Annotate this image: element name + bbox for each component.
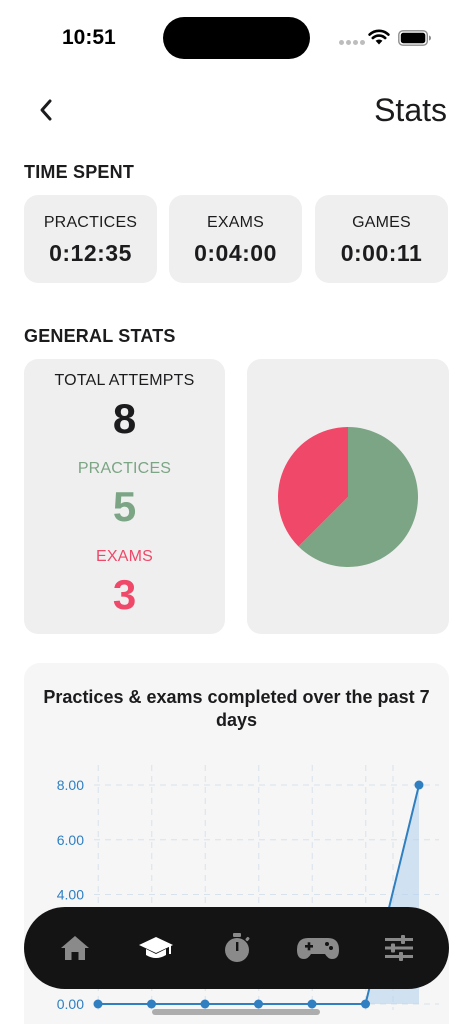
attempts-pie-chart	[278, 427, 418, 567]
back-button[interactable]	[28, 92, 64, 128]
cellular-signal-icon	[339, 40, 365, 46]
chevron-left-icon	[40, 99, 52, 121]
tab-settings[interactable]	[374, 923, 424, 973]
practices-time-card: PRACTICES 0:12:35	[24, 195, 157, 283]
bottom-tab-bar	[24, 907, 449, 989]
data-point	[147, 999, 156, 1009]
y-tick-label: 8.00	[57, 777, 84, 793]
total-attempts-label: TOTAL ATTEMPTS	[54, 372, 195, 389]
stopwatch-icon	[224, 933, 250, 962]
status-bar: 10:51	[0, 0, 472, 76]
games-time-label: GAMES	[352, 214, 411, 231]
exams-time-card: EXAMS 0:04:00	[169, 195, 302, 283]
wifi-icon	[368, 29, 390, 45]
data-point	[254, 999, 263, 1009]
time-spent-heading: TIME SPENT	[24, 162, 135, 182]
data-point	[307, 999, 317, 1009]
data-point	[200, 999, 210, 1009]
exams-count-label: EXAMS	[95, 548, 153, 565]
exams-time-value: 0:04:00	[194, 240, 277, 266]
dynamic-island	[163, 17, 310, 59]
sliders-icon	[384, 935, 413, 961]
chart-title: Practices & exams completed over the pas…	[43, 687, 430, 730]
general-stats-heading: GENERAL STATS	[24, 326, 176, 346]
data-point	[93, 999, 103, 1009]
practices-count-value: 5	[112, 483, 137, 530]
total-attempts-value: 8	[112, 395, 137, 442]
graduation-cap-icon	[138, 937, 173, 958]
home-icon	[60, 936, 89, 960]
attempts-card: TOTAL ATTEMPTS 8 PRACTICES 5 EXAMS 3	[24, 359, 225, 634]
games-time-card: GAMES 0:00:11	[315, 195, 448, 283]
battery-icon	[398, 30, 431, 46]
y-tick-label: 4.00	[57, 887, 84, 903]
tab-timer[interactable]	[212, 923, 262, 973]
y-tick-label: 6.00	[57, 832, 84, 848]
practices-time-value: 0:12:35	[49, 240, 132, 266]
y-tick-label: 0.00	[57, 996, 84, 1012]
games-time-value: 0:00:11	[340, 240, 423, 266]
practices-count-label: PRACTICES	[77, 460, 172, 477]
practices-time-label: PRACTICES	[43, 214, 138, 231]
home-indicator	[152, 1009, 320, 1015]
data-point	[414, 780, 424, 790]
tab-games[interactable]	[293, 923, 343, 973]
page-title: Stats	[374, 92, 447, 128]
pie-chart-card	[247, 359, 449, 634]
exams-time-label: EXAMS	[206, 214, 264, 231]
exams-count-value: 3	[112, 571, 137, 618]
gamepad-icon	[296, 938, 339, 959]
tab-home[interactable]	[50, 923, 100, 973]
data-point	[361, 999, 370, 1009]
status-time: 10:51	[62, 26, 116, 49]
tab-learn[interactable]	[131, 923, 181, 973]
